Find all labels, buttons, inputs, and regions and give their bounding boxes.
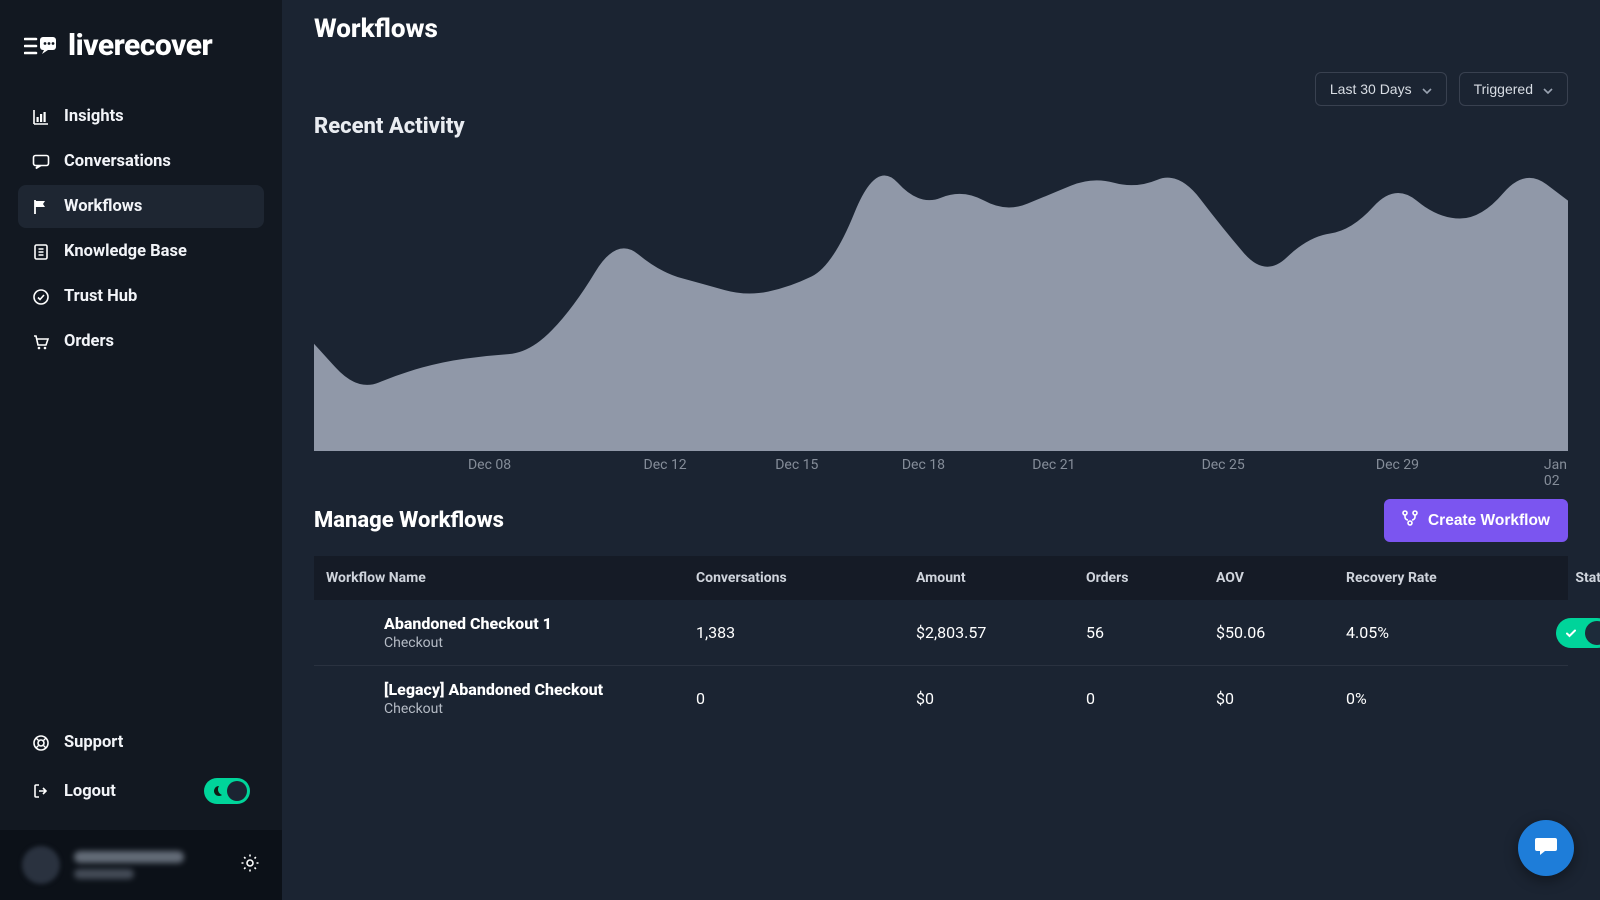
sidebar-item-logout[interactable]: Logout <box>18 766 264 816</box>
workflow-name: [Legacy] Abandoned Checkout <box>384 680 696 699</box>
book-icon <box>32 243 50 261</box>
x-tick-label: Dec 21 <box>1032 457 1075 473</box>
chat-fab[interactable] <box>1518 820 1574 876</box>
nav-label: Insights <box>64 107 124 126</box>
cell-conversations: 0 <box>696 689 916 708</box>
cell-amount: $2,803.57 <box>916 623 1086 642</box>
nav-label: Knowledge Base <box>64 242 187 261</box>
th-amount: Amount <box>916 570 1086 586</box>
gear-icon[interactable] <box>240 853 260 877</box>
cell-amount: $0 <box>916 689 1086 708</box>
avatar[interactable] <box>22 846 60 884</box>
th-recovery: Recovery Rate <box>1346 570 1556 586</box>
brand: liverecover <box>0 0 282 83</box>
sidebar-item-workflows[interactable]: Workflows <box>18 185 264 228</box>
user-role-redacted <box>74 869 134 879</box>
cell-aov: $50.06 <box>1216 623 1346 642</box>
main: Workflows Last 30 Days Triggered Recent … <box>282 0 1600 900</box>
metric-select[interactable]: Triggered <box>1459 72 1568 106</box>
sidebar-item-trust-hub[interactable]: Trust Hub <box>18 275 264 318</box>
cell-recovery: 4.05% <box>1346 623 1556 642</box>
chart-x-axis: Dec 08 Dec 12 Dec 15 Dec 18 Dec 21 Dec 25 Dec … <box>314 457 1568 477</box>
cell-conversations: 1,383 <box>696 623 916 642</box>
lifebuoy-icon <box>32 734 50 752</box>
chat-icon <box>32 153 50 171</box>
create-workflow-button[interactable]: Create Workflow <box>1384 499 1568 542</box>
workflow-subtitle: Checkout <box>384 635 696 651</box>
metric-label: Triggered <box>1474 81 1533 97</box>
toggle-knob <box>227 781 247 801</box>
date-range-label: Last 30 Days <box>1330 81 1412 97</box>
chevron-down-icon <box>1543 81 1553 97</box>
support-label: Support <box>64 733 123 752</box>
user-block <box>0 830 282 900</box>
top-controls: Last 30 Days Triggered <box>314 72 1568 106</box>
x-tick-label: Dec 18 <box>902 457 945 473</box>
user-meta <box>74 851 184 879</box>
x-tick-label: Dec 15 <box>775 457 818 473</box>
th-name: Workflow Name <box>326 570 696 586</box>
page-title: Workflows <box>314 14 1568 44</box>
flag-icon <box>32 198 50 216</box>
workflows-table: Workflow Name Conversations Amount Order… <box>314 556 1568 731</box>
th-aov: AOV <box>1216 570 1346 586</box>
workflow-subtitle: Checkout <box>384 701 696 717</box>
branch-icon <box>1402 510 1418 531</box>
logout-icon <box>32 782 50 800</box>
chat-bubble-icon <box>1533 833 1559 863</box>
logout-label: Logout <box>64 782 116 801</box>
area-chart <box>314 153 1568 451</box>
sidebar-item-conversations[interactable]: Conversations <box>18 140 264 183</box>
sidebar-item-orders[interactable]: Orders <box>18 320 264 363</box>
x-tick-label: Dec 29 <box>1376 457 1419 473</box>
chart: Dec 08 Dec 12 Dec 15 Dec 18 Dec 21 Dec 25 Dec … <box>314 153 1568 477</box>
brand-name: liverecover <box>68 28 212 63</box>
nav: Insights Conversations Workflows Knowled… <box>0 83 282 363</box>
nav-label: Conversations <box>64 152 171 171</box>
th-orders: Orders <box>1086 570 1216 586</box>
cell-aov: $0 <box>1216 689 1346 708</box>
cart-icon <box>32 333 50 351</box>
theme-toggle[interactable] <box>204 778 250 804</box>
crescent-icon <box>210 784 224 798</box>
sidebar: liverecover Insights Conversations Workf… <box>0 0 282 900</box>
nav-label: Workflows <box>64 197 142 216</box>
sidebar-item-support[interactable]: Support <box>18 721 264 764</box>
shield-check-icon <box>32 288 50 306</box>
date-range-select[interactable]: Last 30 Days <box>1315 72 1447 106</box>
menu-chat-icon[interactable] <box>24 34 58 58</box>
recent-activity-title: Recent Activity <box>314 114 1568 139</box>
nav-label: Trust Hub <box>64 287 137 306</box>
status-toggle[interactable] <box>1556 618 1600 648</box>
x-tick-label: Jan 02 <box>1544 457 1567 489</box>
chevron-down-icon <box>1422 81 1432 97</box>
toggle-knob <box>1585 621 1600 645</box>
sidebar-item-insights[interactable]: Insights <box>18 95 264 138</box>
table-header: Workflow Name Conversations Amount Order… <box>314 556 1568 600</box>
x-tick-label: Dec 25 <box>1202 457 1245 473</box>
table-row[interactable]: [Legacy] Abandoned Checkout Checkout 0 $… <box>314 666 1568 731</box>
nav-label: Orders <box>64 332 114 351</box>
user-name-redacted <box>74 851 184 863</box>
x-tick-label: Dec 12 <box>644 457 687 473</box>
manage-title: Manage Workflows <box>314 508 504 533</box>
workflow-name: Abandoned Checkout 1 <box>384 614 696 633</box>
create-workflow-label: Create Workflow <box>1428 512 1550 530</box>
check-icon <box>1564 625 1578 644</box>
cell-orders: 56 <box>1086 623 1216 642</box>
th-conversations: Conversations <box>696 570 916 586</box>
x-tick-label: Dec 08 <box>468 457 511 473</box>
th-status: Status <box>1556 570 1600 586</box>
cell-orders: 0 <box>1086 689 1216 708</box>
cell-recovery: 0% <box>1346 689 1556 708</box>
sidebar-item-knowledge-base[interactable]: Knowledge Base <box>18 230 264 273</box>
sidebar-bottom: Support Logout <box>0 717 282 830</box>
chart-icon <box>32 108 50 126</box>
table-row[interactable]: Abandoned Checkout 1 Checkout 1,383 $2,8… <box>314 600 1568 666</box>
